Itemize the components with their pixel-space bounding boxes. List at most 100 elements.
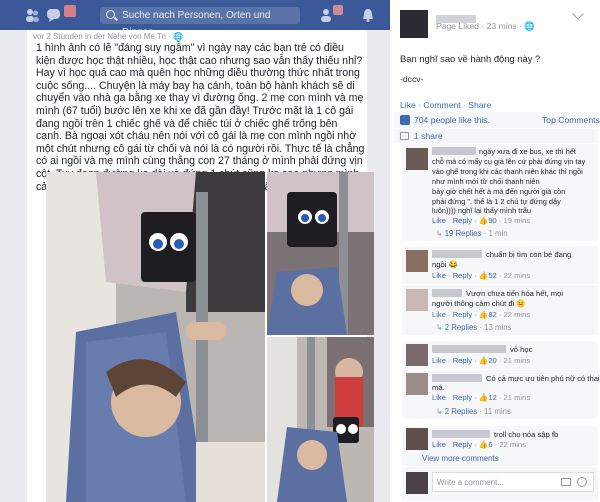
commenter-name[interactable] bbox=[432, 430, 490, 438]
comment-text-line: ngồi 😂 bbox=[432, 260, 458, 269]
likes-count[interactable]: 704 people like this. bbox=[414, 115, 490, 125]
comment-like-count[interactable]: 👍6 bbox=[479, 440, 493, 449]
post-body-text: 1 hình ảnh có lẽ "đáng suy ngẫm" vì ngày… bbox=[36, 42, 365, 193]
comment-reply-link[interactable]: Reply bbox=[453, 271, 472, 280]
commenter-name[interactable] bbox=[432, 289, 462, 297]
comment-actions: Like · Reply · 👍82 · 22 mins bbox=[432, 310, 531, 319]
replies-row: ↳ 2 Replies · 13 mins bbox=[402, 321, 598, 335]
notification-badge bbox=[333, 5, 343, 15]
commenter-name[interactable] bbox=[432, 250, 482, 258]
notifications-icon[interactable] bbox=[360, 7, 376, 23]
comment-button[interactable]: Comment bbox=[423, 100, 460, 110]
commenter-name[interactable] bbox=[432, 374, 482, 382]
comment-actions: Like · Reply · 👍12 · 21 mins bbox=[432, 393, 531, 402]
notification-count-badge bbox=[64, 5, 76, 17]
likes-bar: 704 people like this. Top Comments ▾ bbox=[394, 112, 600, 128]
share-icon bbox=[400, 132, 409, 140]
comment-time: 22 mins bbox=[503, 271, 531, 280]
commenter-avatar[interactable] bbox=[406, 250, 428, 272]
post-actions: Like · Comment · Share bbox=[400, 100, 492, 110]
comment-reply-link[interactable]: Reply bbox=[453, 440, 472, 449]
comment-like-count[interactable]: 👍52 bbox=[479, 271, 497, 280]
comment-like-link[interactable]: Like bbox=[432, 356, 446, 365]
search-icon bbox=[106, 10, 115, 19]
top-comments-dropdown[interactable]: Top Comments ▾ bbox=[542, 115, 600, 126]
view-more-row: View more comments bbox=[402, 452, 598, 466]
shares-count[interactable]: 1 share bbox=[414, 131, 443, 141]
write-comment-row: Write a comment... bbox=[402, 467, 598, 501]
commenter-name[interactable] bbox=[432, 345, 506, 353]
commenter-avatar[interactable] bbox=[406, 344, 428, 366]
post-timestamp: vor 2 Stunden in der Nähe von Me Tri · 🌐 bbox=[33, 32, 184, 41]
comment-actions: Like · Reply · 👍90 · 19 mins bbox=[432, 216, 531, 225]
comment-like-count[interactable]: 👍20 bbox=[479, 356, 497, 365]
commenter-avatar[interactable] bbox=[406, 373, 428, 395]
post-photo-top-right[interactable] bbox=[267, 172, 374, 335]
comment-text-line: bảy giờ chết hết à mà đến người già còn bbox=[432, 187, 566, 196]
page-name[interactable] bbox=[436, 10, 496, 23]
friend-requests-icon[interactable] bbox=[318, 7, 334, 23]
comment-input[interactable]: Write a comment... bbox=[432, 472, 594, 492]
like-thumb-icon bbox=[400, 115, 410, 125]
commenter-avatar[interactable] bbox=[406, 428, 428, 450]
comment-like-count[interactable]: 👍12 bbox=[479, 393, 497, 402]
chevron-down-icon[interactable] bbox=[572, 8, 584, 20]
view-replies-link[interactable]: ↳ 2 Replies · 13 mins bbox=[436, 323, 511, 332]
share-button[interactable]: Share bbox=[468, 100, 491, 110]
commenter-avatar[interactable] bbox=[406, 289, 428, 311]
comment-item: troll cho nóa sập fb Like · Reply · 👍6 ·… bbox=[402, 426, 598, 452]
page-avatar[interactable] bbox=[400, 10, 428, 38]
comment-text-line: chỗ mà có mấy cụ già lên cứ phải đứng vị… bbox=[432, 157, 586, 166]
comment-text-line: như mình mới từ chối thanh niên bbox=[432, 177, 540, 186]
comment-text-line: người thông cảm chút đi 😐 bbox=[432, 299, 526, 308]
camera-icon[interactable] bbox=[561, 478, 571, 486]
comment-item: ngày xưa đi xe bus, xe thì hết chỗ mà có… bbox=[402, 144, 598, 236]
comment-reply-link[interactable]: Reply bbox=[453, 216, 472, 225]
post-meta: Page Liked · 23 mins · 🌐 bbox=[436, 21, 536, 31]
messages-icon[interactable] bbox=[46, 7, 62, 23]
comment-text-line: phải đứng ". thế là 1 2 chú tự đứng dậy bbox=[432, 197, 561, 206]
shares-bar: 1 share bbox=[394, 129, 598, 143]
view-replies-link[interactable]: ↳ 2 Replies · 11 mins bbox=[436, 407, 511, 416]
post-photo-bottom-right[interactable] bbox=[267, 337, 374, 502]
replies-row: ↳ 2 Replies · 11 mins bbox=[402, 405, 598, 419]
comment-reply-link[interactable]: Reply bbox=[453, 310, 472, 319]
like-button[interactable]: Like bbox=[400, 100, 416, 110]
view-more-comments-link[interactable]: View more comments bbox=[422, 454, 499, 463]
comment-item: vô học Like · Reply · 👍20 · 21 mins bbox=[402, 341, 598, 369]
comment-time: 19 mins bbox=[503, 216, 531, 225]
comment-reply-link[interactable]: Reply bbox=[453, 393, 472, 402]
friends-icon[interactable] bbox=[24, 7, 40, 23]
comment-text-line: troll cho nóa sập fb bbox=[494, 430, 559, 439]
comment-like-link[interactable]: Like bbox=[432, 393, 446, 402]
comment-text-line: chuẩn bị tìm con bé đang bbox=[486, 250, 572, 259]
comment-like-link[interactable]: Like bbox=[432, 310, 446, 319]
post-photo-main[interactable] bbox=[46, 172, 265, 502]
comment-text-line: Vượn chưa tiến hóa hết, mọi bbox=[466, 289, 564, 298]
comment-text-line: luôn)))) nghĩ lại thấy mình trẩu bbox=[432, 206, 531, 215]
comment-text-line: mà. bbox=[432, 383, 445, 392]
comment-like-link[interactable]: Like bbox=[432, 216, 446, 225]
comment-like-link[interactable]: Like bbox=[432, 271, 446, 280]
comment-time: 22 mins bbox=[503, 310, 531, 319]
reply-arrow-icon: ↳ bbox=[436, 407, 445, 416]
comment-like-link[interactable]: Like bbox=[432, 440, 446, 449]
commenter-avatar[interactable] bbox=[406, 148, 428, 170]
commenter-name[interactable] bbox=[432, 147, 476, 155]
comment-like-count[interactable]: 👍90 bbox=[479, 216, 497, 225]
reply-arrow-icon: ↳ bbox=[436, 323, 445, 332]
comment-actions: Like · Reply · 👍20 · 21 mins bbox=[432, 356, 531, 365]
comment-text-line: vô học bbox=[510, 345, 533, 354]
comment-item: Có cả mực ưu tiên phú nữ có thai mà. Lik… bbox=[402, 370, 600, 405]
search-input[interactable]: Suche nach Personen, Orten und Dingen bbox=[100, 7, 300, 38]
comment-text-line: Có cả mực ưu tiên phú nữ có thai bbox=[486, 374, 600, 383]
comment-input-placeholder: Write a comment... bbox=[437, 478, 504, 487]
top-navigation-bar: Suche nach Personen, Orten und Dingen bbox=[0, 0, 390, 38]
comment-like-count[interactable]: 👍82 bbox=[479, 310, 497, 319]
comment-time: 22 mins bbox=[499, 440, 526, 449]
post-panel: Suche nach Personen, Orten und Dingen vo… bbox=[0, 0, 390, 502]
sticker-icon[interactable] bbox=[577, 477, 587, 487]
page-signature: -dccv- bbox=[400, 74, 424, 84]
view-replies-link[interactable]: ↳ 19 Replies · 1 min bbox=[436, 229, 508, 238]
comment-reply-link[interactable]: Reply bbox=[453, 356, 472, 365]
